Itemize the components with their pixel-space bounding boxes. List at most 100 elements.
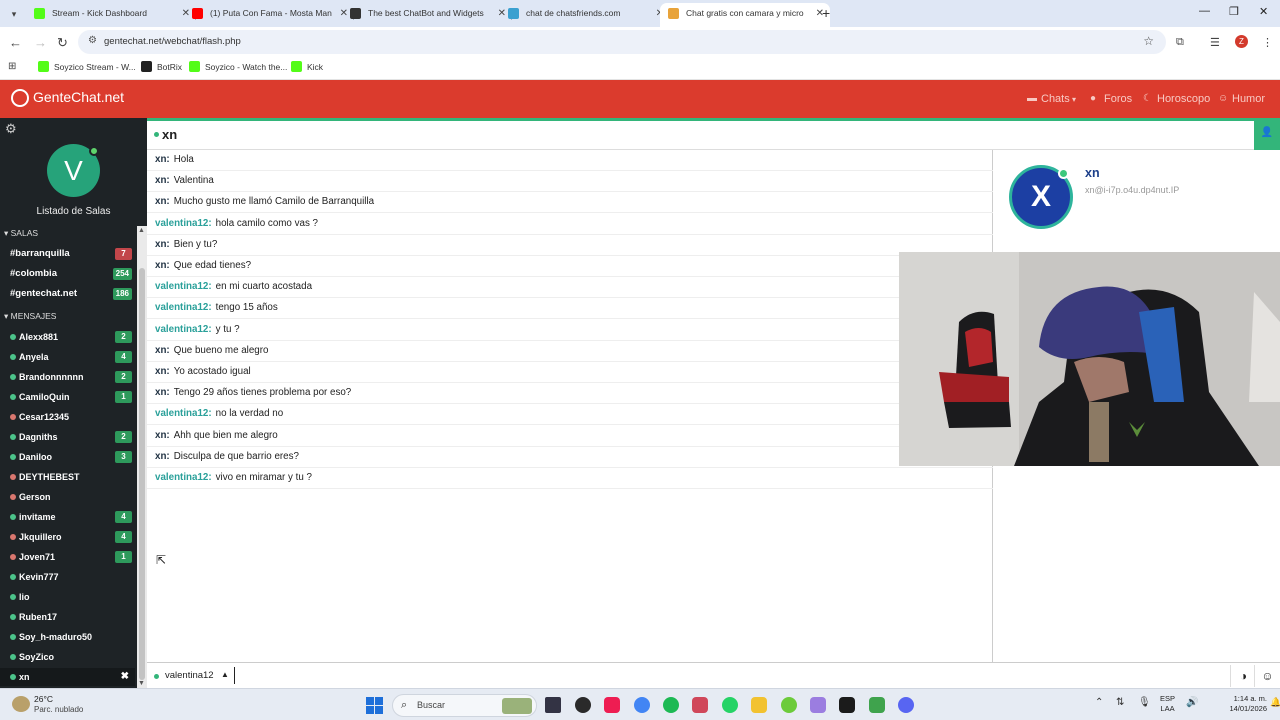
browser-tab[interactable]: Chat gratis con camara y micro ✕	[660, 3, 830, 27]
input-username[interactable]: valentina12	[165, 670, 214, 681]
site-nav-humor[interactable]: ☺ Humor	[1218, 93, 1265, 105]
game-app-icon[interactable]	[810, 697, 826, 713]
bookmark-item[interactable]: Soyzico - Watch the...	[189, 61, 287, 72]
profile-avatar[interactable]: Z	[1235, 35, 1248, 48]
task-view-icon[interactable]	[545, 697, 561, 713]
tab-search-icon[interactable]: ▾	[6, 6, 22, 22]
message-contact[interactable]: Ruben17	[10, 608, 132, 626]
microphone-icon[interactable]: 🎙	[1138, 697, 1151, 708]
message-sender[interactable]: valentina12:	[155, 302, 212, 313]
message-contact[interactable]: invitame 4	[10, 508, 132, 526]
user-avatar[interactable]: V	[47, 144, 100, 197]
discord-icon[interactable]	[898, 697, 914, 713]
message-contact[interactable]: Anyela 4	[10, 348, 132, 366]
bookmark-item[interactable]: BotRix	[141, 61, 182, 72]
message-contact[interactable]: lio	[10, 588, 132, 606]
message-contact[interactable]: Cesar12345	[10, 408, 132, 426]
typing-app-icon[interactable]	[692, 697, 708, 713]
contact-avatar[interactable]: X	[1009, 165, 1073, 229]
tray-expand-icon[interactable]: ⌃	[1095, 697, 1103, 708]
message-contact[interactable]: DEYTHEBEST	[10, 468, 132, 486]
browser-tab[interactable]: (1) Puta Con Fama - Mosta Man ✕	[184, 3, 354, 27]
webcam-video[interactable]	[899, 252, 1280, 466]
message-sender[interactable]: xn:	[155, 430, 170, 441]
back-icon[interactable]: ←	[9, 35, 22, 50]
sidebar-scrollbar[interactable]: ▲ ▼	[137, 226, 147, 688]
browser-tab[interactable]: The best ChatBot and Widgets ✕	[342, 3, 512, 27]
whatsapp-icon[interactable]	[722, 697, 738, 713]
kick-app-icon[interactable]	[869, 697, 885, 713]
bookmark-item[interactable]: Soyzico Stream - W...	[38, 61, 136, 72]
apps-grid-icon[interactable]: ⊞	[8, 61, 16, 72]
message-contact[interactable]: Joven71 1	[10, 548, 132, 566]
message-sender[interactable]: xn:	[155, 260, 170, 271]
message-sender[interactable]: xn:	[155, 175, 170, 186]
message-sender[interactable]: xn:	[155, 196, 170, 207]
omnibox[interactable]: ⚙ gentechat.net/webchat/flash.php ☆	[78, 30, 1166, 54]
weather-widget[interactable]: 26°C Parc. nublado	[12, 693, 102, 717]
reading-list-icon[interactable]: ☰	[1210, 36, 1220, 49]
scroll-down-icon[interactable]: ▼	[138, 680, 145, 687]
message-sender[interactable]: xn:	[155, 345, 170, 356]
message-contact[interactable]: Gerson	[10, 488, 132, 506]
message-sender[interactable]: valentina12:	[155, 324, 212, 335]
message-sender[interactable]: valentina12:	[155, 218, 212, 229]
message-sender[interactable]: xn:	[155, 451, 170, 462]
room-item[interactable]: #barranquilla 7	[10, 245, 132, 263]
close-window-icon[interactable]: ✕	[1259, 5, 1268, 18]
message-contact[interactable]: Dagniths 2	[10, 428, 132, 446]
file-explorer-icon[interactable]	[751, 697, 767, 713]
forward-icon[interactable]: →	[34, 35, 47, 50]
site-logo[interactable]: GenteChat.net	[11, 89, 124, 107]
room-item[interactable]: #colombia 254	[10, 265, 132, 283]
emoji-icon[interactable]: ☺	[1254, 665, 1280, 687]
rooms-section-label[interactable]: ▾ SALAS	[4, 228, 38, 239]
network-icon[interactable]: ⇅	[1116, 697, 1124, 708]
clock[interactable]: 1:14 a. m. 14/01/2026	[1205, 694, 1267, 714]
restore-icon[interactable]: ❐	[1229, 5, 1239, 18]
message-contact[interactable]: Daniloo 3	[10, 448, 132, 466]
message-sender[interactable]: xn:	[155, 366, 170, 377]
menu-icon[interactable]: ⋮	[1262, 36, 1273, 49]
editor-app-icon[interactable]	[839, 697, 855, 713]
spotify-icon[interactable]	[663, 697, 679, 713]
message-contact[interactable]: CamiloQuin 1	[10, 388, 132, 406]
message-contact[interactable]: Brandonnnnnn 2	[10, 368, 132, 386]
chat-app-icon[interactable]	[781, 697, 797, 713]
site-nav-foros[interactable]: ● Foros	[1090, 93, 1132, 105]
obs-icon[interactable]	[575, 697, 591, 713]
extensions-icon[interactable]: ⧉	[1176, 36, 1184, 49]
message-contact[interactable]: Soy_h-maduro50	[10, 628, 132, 646]
site-nav-chats[interactable]: ▬ Chats ▾	[1027, 93, 1076, 105]
message-contact[interactable]: Jkquillero 4	[10, 528, 132, 546]
minimize-icon[interactable]: —	[1199, 5, 1210, 17]
site-nav-horoscopo[interactable]: ☾ Horoscopo	[1143, 93, 1210, 105]
taskbar-search[interactable]: ⌕ Buscar	[392, 694, 537, 717]
user-icon[interactable]: 👤	[1254, 118, 1280, 150]
gear-icon[interactable]: ⚙	[5, 121, 17, 137]
new-tab-button[interactable]: +	[822, 5, 830, 21]
tiktok-icon[interactable]	[604, 697, 620, 713]
site-info-icon[interactable]: ⚙	[88, 35, 97, 46]
message-input[interactable]	[234, 667, 1034, 684]
room-list-title[interactable]: Listado de Salas	[0, 206, 147, 217]
room-item[interactable]: #gentechat.net 186	[10, 285, 132, 303]
close-conversation-icon[interactable]: ✖	[121, 668, 129, 686]
start-button[interactable]	[366, 697, 383, 714]
volume-icon[interactable]: 🔊	[1186, 697, 1198, 708]
scrollbar-thumb[interactable]	[139, 268, 145, 680]
browser-tab[interactable]: Stream - Kick Dashboard ✕	[26, 3, 196, 27]
bookmark-item[interactable]: Kick	[291, 61, 323, 72]
contrast-toggle-icon[interactable]: ◑	[1230, 665, 1256, 687]
message-sender[interactable]: valentina12:	[155, 472, 212, 483]
message-sender[interactable]: xn:	[155, 387, 170, 398]
message-sender[interactable]: xn:	[155, 239, 170, 250]
url-text[interactable]: gentechat.net/webchat/flash.php	[104, 36, 241, 47]
reload-icon[interactable]: ↻	[57, 35, 68, 51]
browser-tab[interactable]: chat de chatsfriends.com✕	[500, 3, 670, 27]
message-contact[interactable]: Alexx881 2	[10, 328, 132, 346]
notification-icon[interactable]: 🔔	[1270, 697, 1280, 708]
bookmark-star-icon[interactable]: ☆	[1143, 34, 1154, 48]
message-contact[interactable]: xn ✖	[0, 668, 135, 686]
language-indicator[interactable]: ESP LAA	[1160, 694, 1175, 714]
